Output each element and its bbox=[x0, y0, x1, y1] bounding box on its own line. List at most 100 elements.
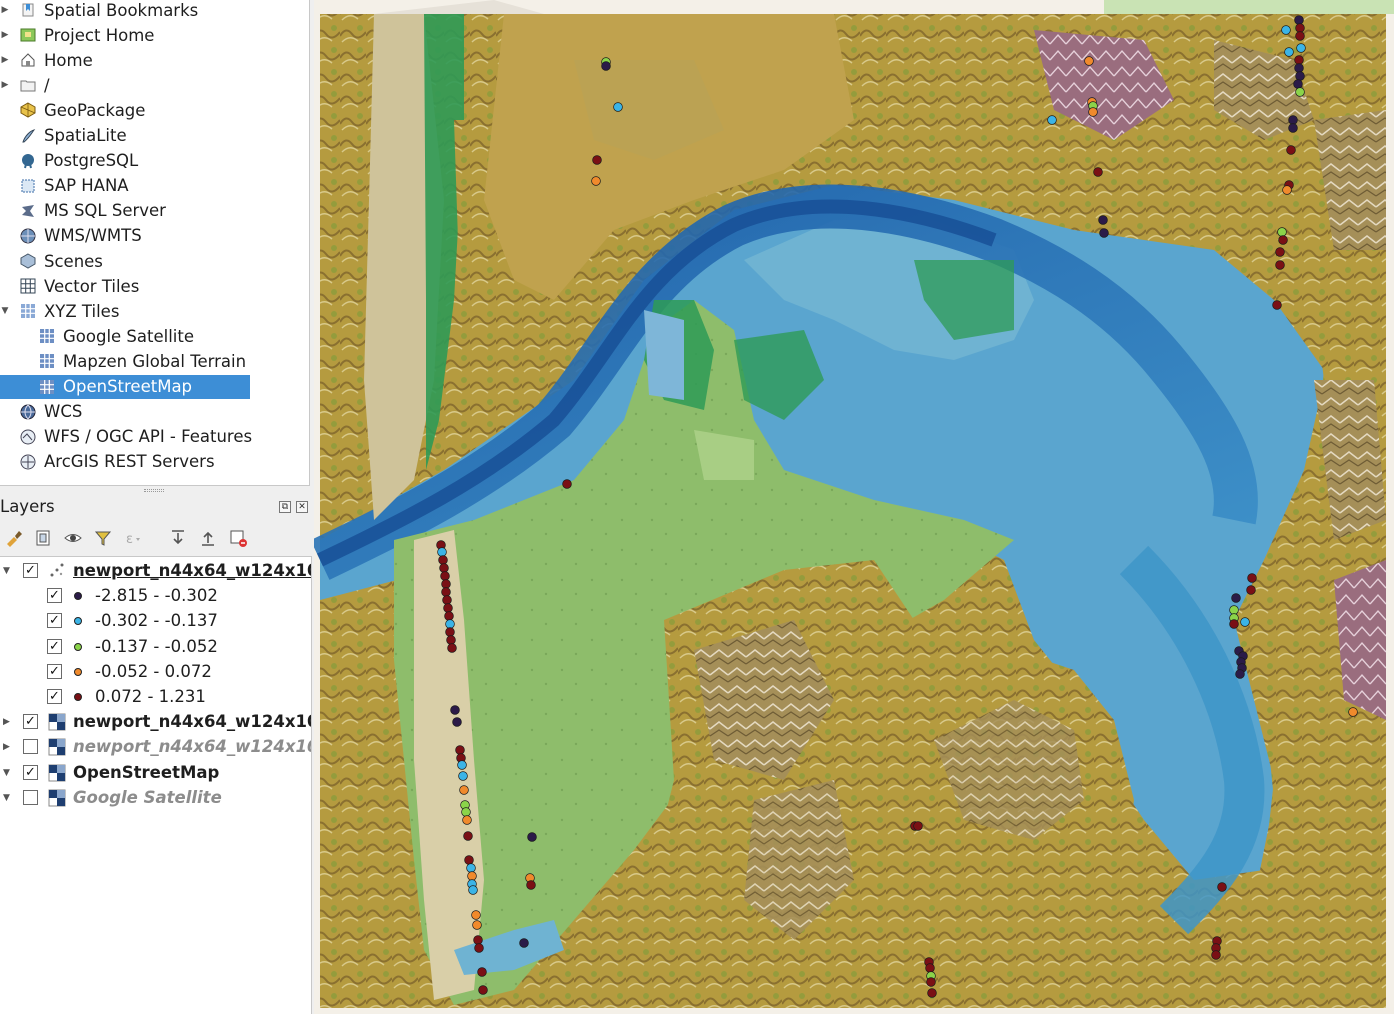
float-panel-icon[interactable]: ⧉ bbox=[279, 501, 291, 513]
map-point[interactable] bbox=[1235, 669, 1245, 679]
expand-arrow-icon[interactable]: ▶ bbox=[0, 5, 10, 15]
map-point[interactable] bbox=[458, 771, 468, 781]
expand-arrow-icon[interactable]: ▶ bbox=[0, 55, 10, 65]
layer-visibility-checkbox[interactable]: ✓ bbox=[47, 588, 62, 604]
map-point[interactable] bbox=[1275, 247, 1285, 257]
map-point[interactable] bbox=[1084, 56, 1094, 66]
map-point[interactable] bbox=[445, 627, 455, 637]
layer-visibility-checkbox[interactable]: ✓ bbox=[47, 638, 62, 654]
legend-class-row[interactable]: ✓ 0.072 - 1.231 bbox=[0, 685, 311, 709]
map-point[interactable] bbox=[1099, 228, 1109, 238]
map-point[interactable] bbox=[452, 717, 462, 727]
map-point[interactable] bbox=[474, 943, 484, 953]
map-point[interactable] bbox=[441, 587, 451, 597]
collapse-arrow-icon[interactable]: ▼ bbox=[3, 768, 10, 778]
map-canvas[interactable] bbox=[314, 0, 1394, 1014]
layer-row[interactable]: ▶ newport_n44x64_w124x10_ bbox=[0, 735, 311, 759]
map-point[interactable] bbox=[526, 880, 536, 890]
map-point[interactable] bbox=[462, 815, 472, 825]
close-panel-icon[interactable]: ✕ bbox=[296, 501, 308, 513]
map-point[interactable] bbox=[468, 885, 478, 895]
map-point[interactable] bbox=[1281, 25, 1291, 35]
legend-class-row[interactable]: ✓ -0.302 - -0.137 bbox=[0, 609, 311, 633]
map-point[interactable] bbox=[519, 938, 529, 948]
browser-item-sap-hana[interactable]: SAP HANA bbox=[18, 174, 129, 198]
map-point[interactable] bbox=[1294, 55, 1304, 65]
map-point[interactable] bbox=[1098, 215, 1108, 225]
expression-filter-icon[interactable]: ε bbox=[121, 526, 145, 550]
map-point[interactable] bbox=[1047, 115, 1057, 125]
map-point[interactable] bbox=[926, 977, 936, 987]
map-point[interactable] bbox=[1295, 87, 1305, 97]
map-point[interactable] bbox=[562, 479, 572, 489]
collapse-arrow-icon[interactable]: ▼ bbox=[3, 793, 10, 803]
map-point[interactable] bbox=[1229, 619, 1239, 629]
map-point[interactable] bbox=[455, 745, 465, 755]
map-point[interactable] bbox=[1296, 43, 1306, 53]
filter-legend-icon[interactable] bbox=[91, 526, 115, 550]
map-point[interactable] bbox=[1240, 617, 1250, 627]
map-point[interactable] bbox=[1295, 31, 1305, 41]
browser-item-wms-wmts[interactable]: WMS/WMTS bbox=[18, 224, 142, 248]
map-point[interactable] bbox=[445, 619, 455, 629]
browser-item-wcs[interactable]: WCS bbox=[18, 400, 82, 424]
map-point[interactable] bbox=[437, 547, 447, 557]
map-point[interactable] bbox=[438, 555, 448, 565]
map-point[interactable] bbox=[439, 563, 449, 573]
collapse-arrow-icon[interactable]: ▼ bbox=[0, 306, 10, 316]
layer-row[interactable]: ▶ ✓ newport_n44x64_w124x10_ bbox=[0, 710, 311, 734]
map-point[interactable] bbox=[463, 831, 473, 841]
map-point[interactable] bbox=[1211, 950, 1221, 960]
legend-class-row[interactable]: ✓ -0.137 - -0.052 bbox=[0, 635, 311, 659]
map-render[interactable] bbox=[314, 0, 1394, 1014]
map-point[interactable] bbox=[1348, 707, 1358, 717]
remove-layer-icon[interactable] bbox=[226, 526, 250, 550]
collapse-all-icon[interactable] bbox=[196, 526, 220, 550]
layer-row[interactable]: ▼ Google Satellite bbox=[0, 786, 311, 810]
map-point[interactable] bbox=[1294, 63, 1304, 73]
map-point[interactable] bbox=[1295, 71, 1305, 81]
browser-item-project-home[interactable]: ▶ Project Home bbox=[2, 23, 155, 47]
map-point[interactable] bbox=[1284, 47, 1294, 57]
layer-visibility-checkbox[interactable]: ✓ bbox=[47, 689, 62, 704]
legend-class-row[interactable]: ✓ -2.815 - -0.302 bbox=[0, 584, 311, 608]
browser-item-arcgis-rest-servers[interactable]: ArcGIS REST Servers bbox=[18, 450, 215, 474]
map-point[interactable] bbox=[1293, 79, 1303, 89]
map-point[interactable] bbox=[1247, 573, 1257, 583]
add-group-icon[interactable] bbox=[31, 526, 55, 550]
map-point[interactable] bbox=[459, 785, 469, 795]
panel-splitter[interactable] bbox=[0, 486, 312, 496]
style-paint-icon[interactable] bbox=[2, 526, 26, 550]
collapse-arrow-icon[interactable]: ▼ bbox=[3, 566, 10, 576]
map-point[interactable] bbox=[913, 821, 923, 831]
map-point[interactable] bbox=[1229, 605, 1239, 615]
map-point[interactable] bbox=[1272, 300, 1282, 310]
map-point[interactable] bbox=[1295, 23, 1305, 33]
browser-item-wfs-ogc-api-features[interactable]: WFS / OGC API - Features bbox=[18, 425, 252, 449]
layer-visibility-checkbox[interactable]: ✓ bbox=[23, 563, 38, 578]
layer-row[interactable]: ▼ ✓ OpenStreetMap bbox=[0, 761, 311, 785]
map-point[interactable] bbox=[1277, 227, 1287, 237]
map-point[interactable] bbox=[613, 102, 623, 112]
browser-item-scenes[interactable]: Scenes bbox=[18, 249, 103, 273]
map-point[interactable] bbox=[443, 603, 453, 613]
map-point[interactable] bbox=[592, 155, 602, 165]
map-point[interactable] bbox=[1286, 145, 1296, 155]
browser-item-vector-tiles[interactable]: Vector Tiles bbox=[18, 274, 139, 298]
browser-item-postgresql[interactable]: PostgreSQL bbox=[18, 149, 138, 173]
expand-arrow-icon[interactable]: ▶ bbox=[3, 717, 10, 727]
map-point[interactable] bbox=[442, 595, 452, 605]
map-point[interactable] bbox=[1246, 585, 1256, 595]
map-point[interactable] bbox=[467, 871, 477, 881]
map-point[interactable] bbox=[1288, 115, 1298, 125]
browser-item-mapzen-global-terrain[interactable]: Mapzen Global Terrain bbox=[37, 349, 246, 373]
map-point[interactable] bbox=[447, 643, 457, 653]
map-point[interactable] bbox=[591, 176, 601, 186]
map-point[interactable] bbox=[464, 855, 474, 865]
expand-arrow-icon[interactable]: ▶ bbox=[0, 30, 10, 40]
map-point[interactable] bbox=[471, 910, 481, 920]
map-point[interactable] bbox=[1093, 167, 1103, 177]
map-point[interactable] bbox=[1278, 235, 1288, 245]
map-point[interactable] bbox=[472, 920, 482, 930]
layer-visibility-checkbox[interactable] bbox=[23, 739, 38, 755]
